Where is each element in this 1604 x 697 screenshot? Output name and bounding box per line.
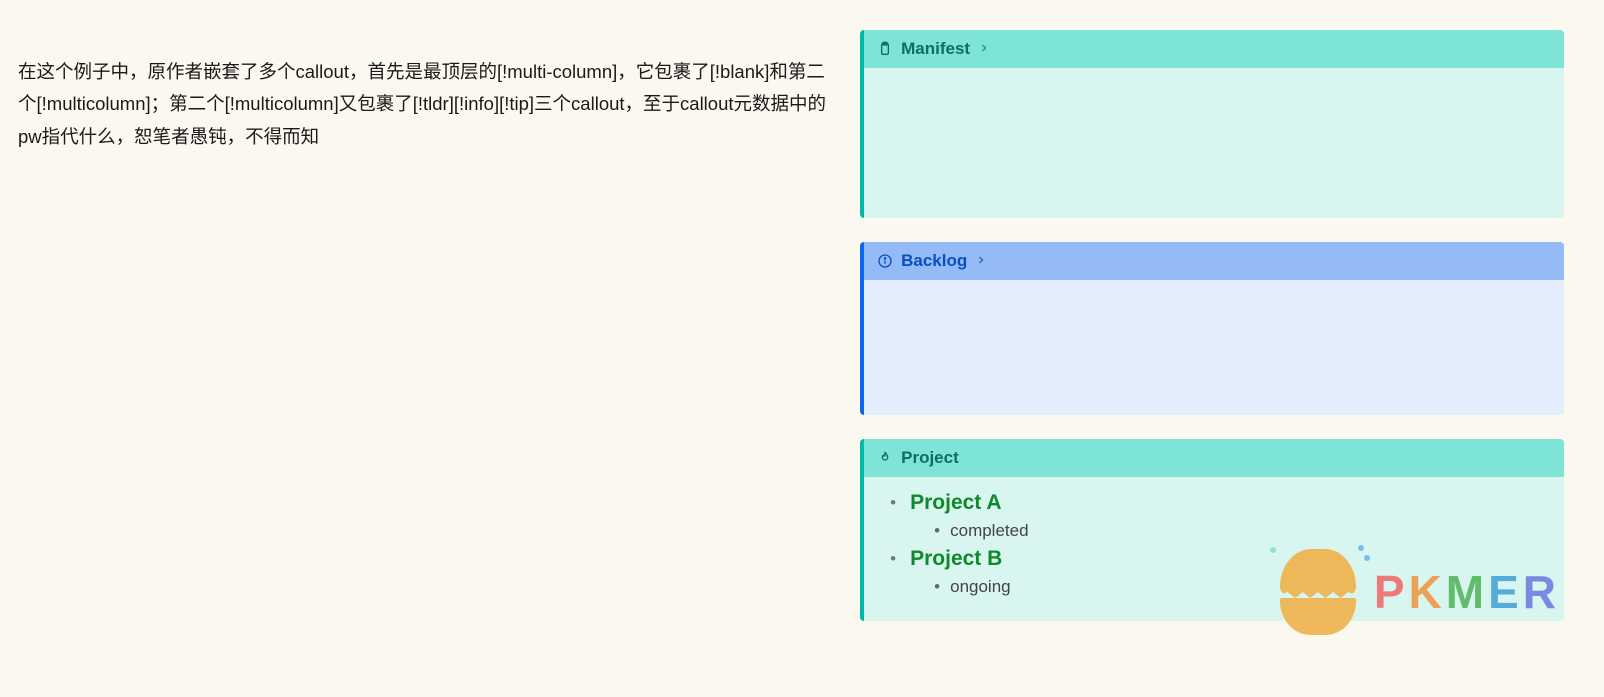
clipboard-icon: [876, 41, 893, 58]
callout-title-text: Manifest: [901, 39, 970, 59]
flame-icon: [876, 450, 893, 467]
pkmer-watermark: PKMER: [1280, 549, 1560, 635]
callout-backlog-body: [864, 280, 1564, 415]
callout-title-text: Backlog: [901, 251, 967, 271]
callout-project-title[interactable]: Project: [864, 439, 1564, 477]
left-column: 在这个例子中，原作者嵌套了多个callout，首先是最顶层的[!multi-co…: [0, 0, 850, 697]
callout-manifest-title[interactable]: Manifest: [864, 30, 1564, 68]
chevron-right-icon: [975, 254, 987, 269]
chevron-right-icon: [978, 42, 990, 57]
project-name[interactable]: Project B: [910, 547, 1002, 570]
callout-backlog: Backlog: [860, 242, 1564, 415]
project-status: completed: [936, 521, 1550, 541]
callout-title-text: Project: [901, 448, 959, 468]
description-paragraph: 在这个例子中，原作者嵌套了多个callout，首先是最顶层的[!multi-co…: [18, 56, 832, 153]
list-item: Project A completed: [896, 491, 1550, 541]
callout-manifest-body: [864, 68, 1564, 218]
egg-logo-icon: [1280, 549, 1356, 635]
info-icon: [876, 253, 893, 270]
callout-manifest: Manifest: [860, 30, 1564, 218]
callout-backlog-title[interactable]: Backlog: [864, 242, 1564, 280]
project-name[interactable]: Project A: [910, 491, 1001, 514]
pkmer-text: PKMER: [1374, 565, 1560, 619]
